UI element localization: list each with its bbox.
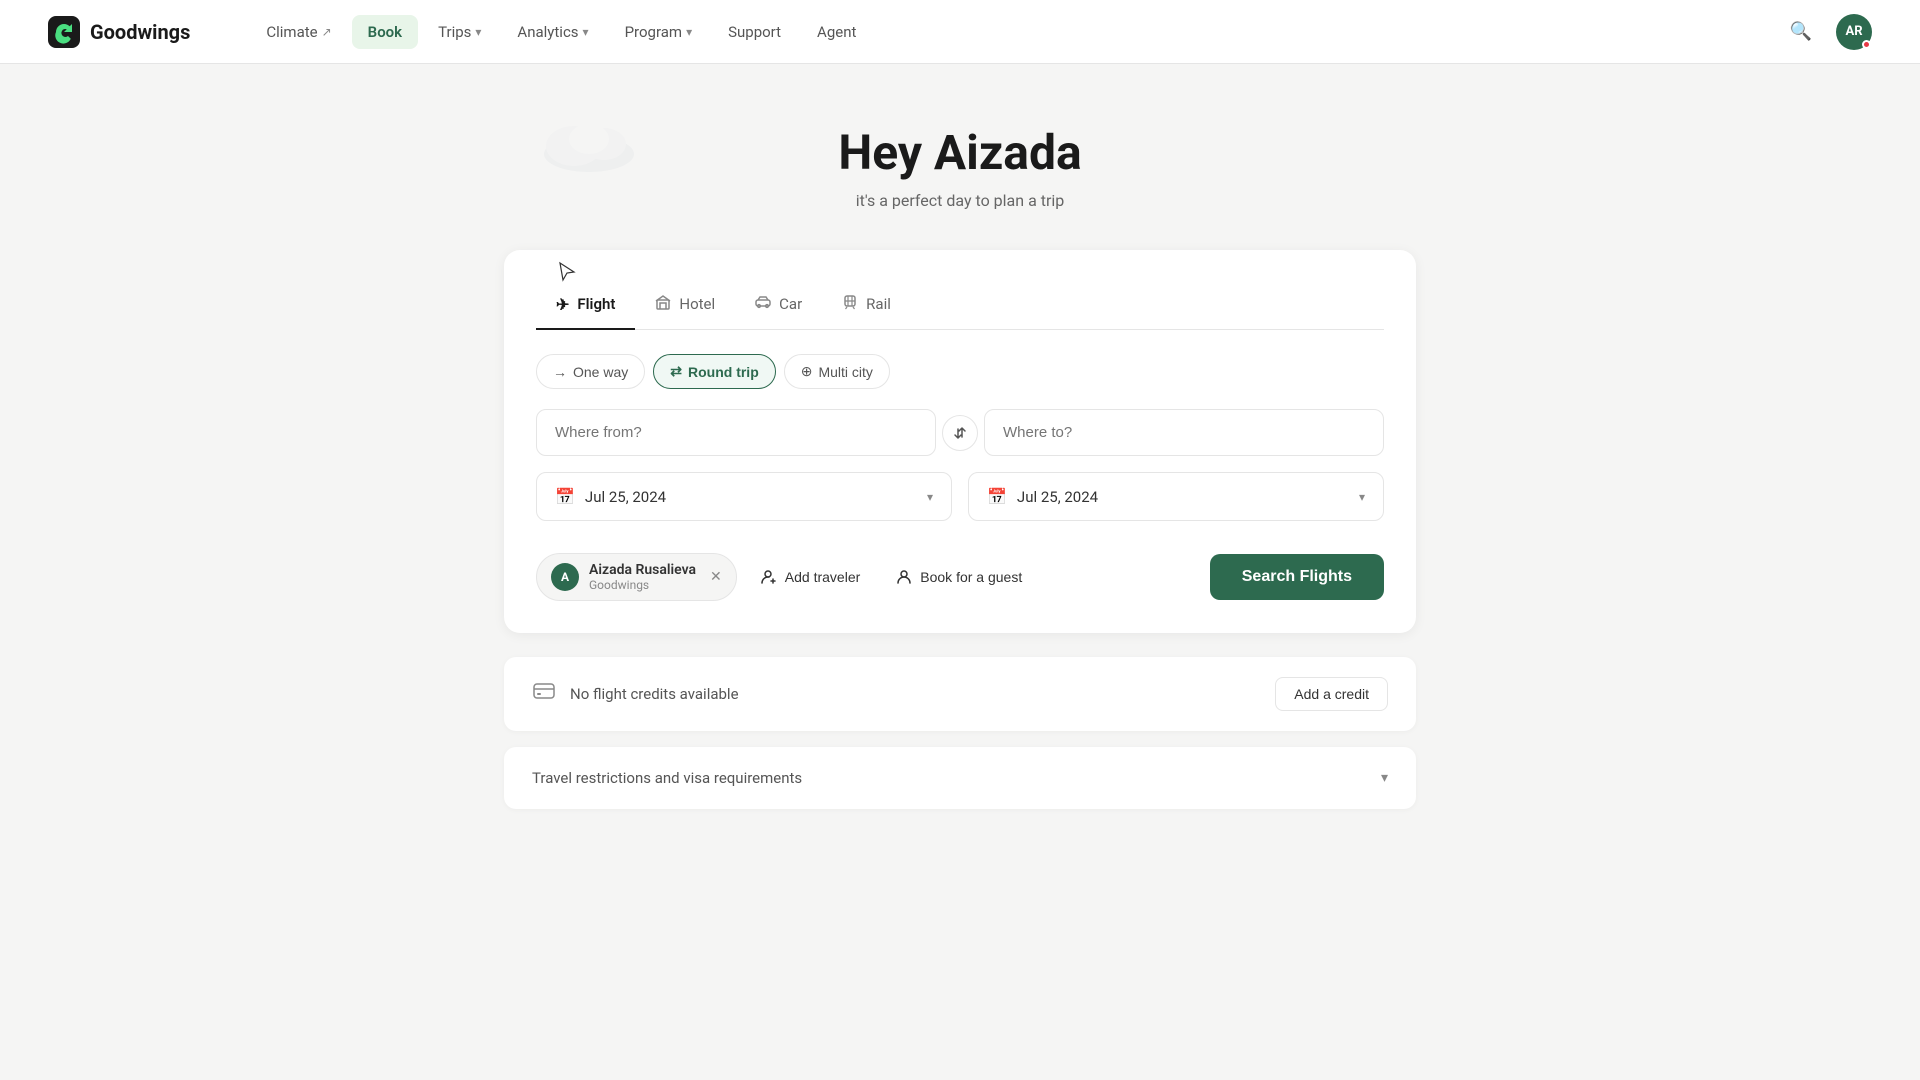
nav-item-trips[interactable]: Trips ▾: [422, 15, 497, 49]
search-button[interactable]: 🔍: [1782, 13, 1820, 50]
logo[interactable]: Goodwings: [48, 16, 190, 48]
search-flights-button[interactable]: Search Flights: [1210, 554, 1384, 600]
nav-item-analytics[interactable]: Analytics ▾: [501, 15, 604, 49]
booking-bottom-row: A Aizada Rusalieva Goodwings ✕ Add trave…: [536, 553, 1384, 601]
traveler-company: Goodwings: [589, 578, 696, 592]
booking-tabs: ✈ Flight Hotel Car Rail: [536, 282, 1384, 330]
return-date-value: Jul 25, 2024: [1017, 488, 1349, 506]
guest-icon: [896, 569, 912, 585]
location-search-row: [536, 409, 1384, 456]
chevron-down-icon: ▾: [583, 25, 589, 39]
nav-item-book[interactable]: Book: [352, 15, 418, 49]
add-person-icon: [761, 569, 777, 585]
credits-icon: [532, 679, 556, 709]
nav-item-program[interactable]: Program ▾: [609, 15, 709, 49]
avatar[interactable]: AR: [1836, 14, 1872, 50]
round-trip-icon: ⇄: [670, 363, 682, 380]
chevron-down-icon: ▾: [927, 490, 933, 504]
hero-section: Hey Aizada it's a perfect day to plan a …: [504, 124, 1416, 210]
nav-item-support[interactable]: Support: [712, 15, 797, 49]
nav-item-climate[interactable]: Climate ↗: [250, 15, 347, 49]
departure-date-value: Jul 25, 2024: [585, 488, 917, 506]
navbar: Goodwings Climate ↗ Book Trips ▾ Analyti…: [0, 0, 1920, 64]
nav-item-agent[interactable]: Agent: [801, 15, 872, 49]
departure-date-picker[interactable]: 📅 Jul 25, 2024 ▾: [536, 472, 952, 521]
credits-message: No flight credits available: [570, 685, 1261, 703]
chevron-down-icon: ▾: [1359, 490, 1365, 504]
tab-rail[interactable]: Rail: [822, 282, 911, 330]
return-date-picker[interactable]: 📅 Jul 25, 2024 ▾: [968, 472, 1384, 521]
main-content: Hey Aizada it's a perfect day to plan a …: [480, 64, 1440, 849]
rail-icon: [842, 294, 858, 314]
notification-dot: [1862, 40, 1871, 49]
one-way-button[interactable]: → One way: [536, 354, 645, 389]
book-for-guest-button[interactable]: Book for a guest: [884, 561, 1034, 593]
traveler-info: Aizada Rusalieva Goodwings: [589, 562, 696, 592]
one-way-icon: →: [553, 364, 567, 380]
calendar-icon: 📅: [555, 487, 575, 506]
where-from-input[interactable]: [536, 409, 936, 456]
restrictions-card[interactable]: Travel restrictions and visa requirement…: [504, 747, 1416, 809]
hero-subtitle: it's a perfect day to plan a trip: [504, 191, 1416, 210]
tab-hotel[interactable]: Hotel: [635, 282, 735, 330]
logo-icon: [48, 16, 80, 48]
brand-name: Goodwings: [90, 20, 190, 44]
date-selection-row: 📅 Jul 25, 2024 ▾ 📅 Jul 25, 2024 ▾: [536, 472, 1384, 521]
add-credit-button[interactable]: Add a credit: [1275, 677, 1388, 711]
hotel-icon: [655, 294, 671, 314]
external-link-icon: ↗: [322, 25, 332, 39]
hero-cloud-decoration: [534, 114, 654, 178]
swap-locations-button[interactable]: [942, 415, 978, 451]
multi-city-icon: ⊕: [801, 363, 813, 380]
where-to-input[interactable]: [984, 409, 1384, 456]
restrictions-label: Travel restrictions and visa requirement…: [532, 769, 802, 787]
multi-city-button[interactable]: ⊕ Multi city: [784, 354, 890, 389]
round-trip-button[interactable]: ⇄ Round trip: [653, 354, 776, 389]
chevron-down-icon: ▾: [1381, 770, 1388, 786]
calendar-icon: 📅: [987, 487, 1007, 506]
chevron-down-icon: ▾: [686, 25, 692, 39]
nav-menu: Climate ↗ Book Trips ▾ Analytics ▾ Progr…: [250, 15, 1781, 49]
credits-card: No flight credits available Add a credit: [504, 657, 1416, 731]
car-icon: [755, 294, 771, 314]
add-traveler-button[interactable]: Add traveler: [749, 561, 872, 593]
navbar-right: 🔍 AR: [1782, 13, 1872, 50]
tab-car[interactable]: Car: [735, 282, 822, 330]
booking-card: ✈ Flight Hotel Car Rail: [504, 250, 1416, 633]
flight-icon: ✈: [556, 295, 569, 314]
traveler-name: Aizada Rusalieva: [589, 562, 696, 578]
chevron-down-icon: ▾: [475, 25, 481, 39]
tab-flight[interactable]: ✈ Flight: [536, 282, 635, 330]
traveler-avatar: A: [551, 563, 579, 591]
trip-type-selector: → One way ⇄ Round trip ⊕ Multi city: [536, 354, 1384, 389]
traveler-chip: A Aizada Rusalieva Goodwings ✕: [536, 553, 737, 601]
remove-traveler-button[interactable]: ✕: [710, 569, 722, 585]
